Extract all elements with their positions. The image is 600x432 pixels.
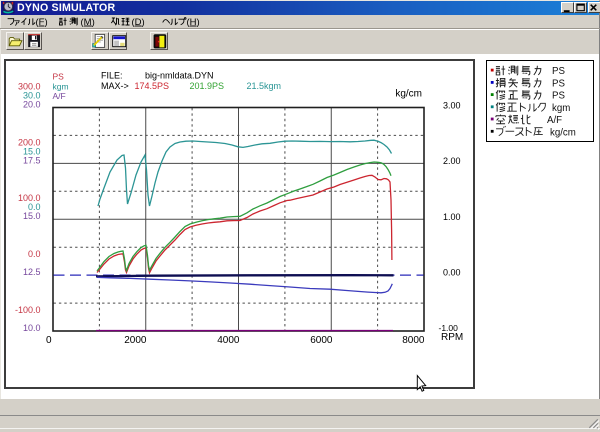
svg-text:0.0: 0.0	[28, 249, 41, 259]
svg-text:4000: 4000	[217, 335, 240, 346]
svg-text:6000: 6000	[310, 335, 333, 346]
svg-text:kgm: kgm	[552, 103, 570, 114]
svg-text:2.00: 2.00	[443, 156, 461, 166]
svg-text:17.5: 17.5	[23, 156, 41, 166]
svg-text:MAX->: MAX->	[101, 81, 129, 91]
svg-text:PS: PS	[552, 78, 565, 89]
svg-text:15.0: 15.0	[23, 211, 41, 221]
svg-text:A/F: A/F	[53, 91, 66, 101]
svg-text:kgm: kgm	[53, 81, 69, 91]
svg-text:0: 0	[46, 335, 52, 346]
svg-text:FILE:: FILE:	[101, 71, 123, 81]
svg-text:0.00: 0.00	[443, 268, 461, 278]
svg-text:PS: PS	[552, 66, 565, 77]
svg-text:10.0: 10.0	[23, 323, 41, 333]
svg-text:174.5PS: 174.5PS	[135, 81, 170, 91]
svg-text:2000: 2000	[124, 335, 147, 346]
svg-text:-100.0: -100.0	[15, 305, 41, 315]
svg-text:3.00: 3.00	[443, 101, 461, 111]
svg-text:A/F: A/F	[547, 115, 562, 126]
svg-text:PS: PS	[53, 72, 65, 82]
svg-text:1.00: 1.00	[443, 212, 461, 222]
svg-text:20.0: 20.0	[23, 100, 41, 110]
svg-text:PS: PS	[552, 91, 565, 102]
svg-text:201.9PS: 201.9PS	[190, 81, 225, 91]
svg-text:21.5kgm: 21.5kgm	[247, 81, 282, 91]
svg-text:kg/cm: kg/cm	[395, 89, 422, 100]
svg-text:RPM: RPM	[441, 332, 463, 343]
svg-text:big-nmldata.DYN: big-nmldata.DYN	[145, 71, 214, 81]
svg-text:8000: 8000	[402, 335, 425, 346]
svg-text:kg/cm: kg/cm	[550, 127, 576, 138]
svg-text:12.5: 12.5	[23, 267, 41, 277]
